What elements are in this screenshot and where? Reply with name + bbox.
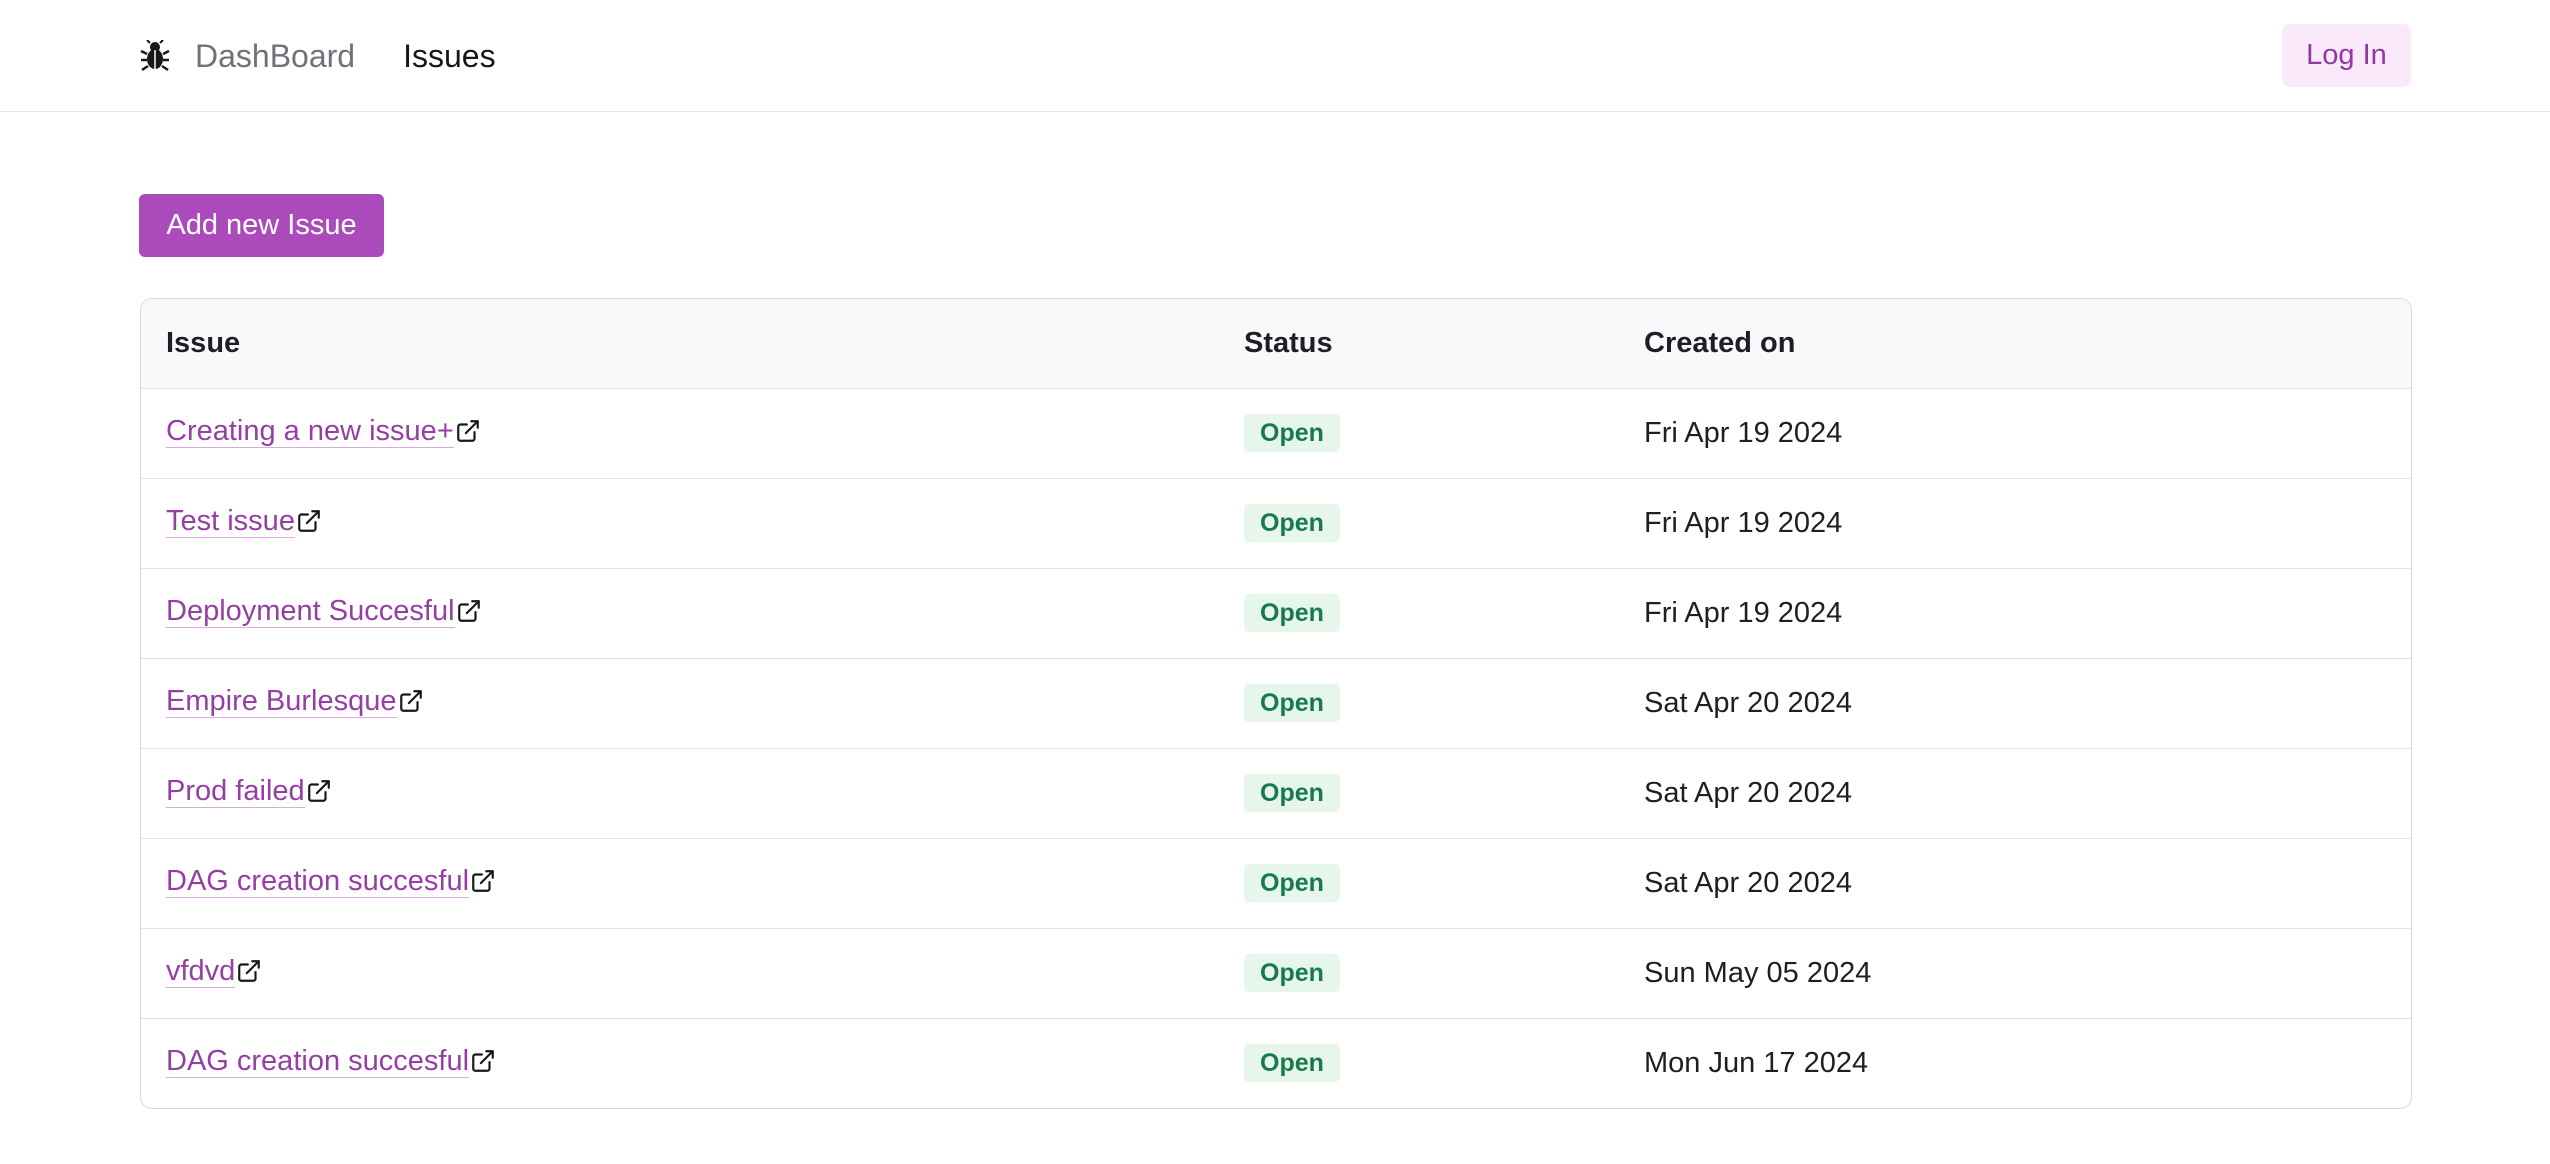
status-cell: Open	[1244, 928, 1644, 1018]
issue-cell: DAG creation succesful	[141, 1018, 1244, 1108]
status-badge: Open	[1244, 864, 1340, 902]
column-header-issue: Issue	[166, 326, 241, 359]
status-badge: Open	[1244, 774, 1340, 812]
status-cell: Open	[1244, 568, 1644, 658]
issue-link[interactable]: DAG creation succesful	[166, 1044, 470, 1078]
issue-cell: Prod failed	[141, 748, 1244, 838]
nav-link-dashboard[interactable]: DashBoard	[195, 40, 355, 72]
table-row: Prod failed Open Sat Apr 20 2024	[141, 748, 2411, 838]
status-badge: Open	[1244, 684, 1340, 722]
issue-cell: Test issue	[141, 478, 1244, 568]
created-on-date: Sat Apr 20 2024	[1644, 866, 1852, 899]
nav-left: DashBoard Issues	[139, 0, 544, 112]
external-link-icon[interactable]	[296, 508, 322, 542]
issue-link[interactable]: Creating a new issue+	[166, 414, 454, 448]
table-row: Creating a new issue+ Open Fri Apr 19 20…	[141, 388, 2411, 478]
created-on-date: Fri Apr 19 2024	[1644, 506, 1843, 539]
external-link-icon[interactable]	[470, 1048, 496, 1082]
status-cell: Open	[1244, 658, 1644, 748]
status-cell: Open	[1244, 388, 1644, 478]
status-badge: Open	[1244, 954, 1340, 992]
external-link-icon[interactable]	[455, 418, 481, 452]
created-on-date: Sat Apr 20 2024	[1644, 776, 1852, 809]
table-row: Test issue Open Fri Apr 19 2024	[141, 478, 2411, 568]
issue-cell: Deployment Succesful	[141, 568, 1244, 658]
external-link-icon[interactable]	[470, 868, 496, 902]
column-header-status: Status	[1244, 326, 1333, 359]
created-on-date: Mon Jun 17 2024	[1644, 1046, 1869, 1079]
status-badge: Open	[1244, 1044, 1340, 1083]
external-link-icon[interactable]	[456, 598, 482, 632]
issue-link[interactable]: Empire Burlesque	[166, 684, 397, 718]
table-row: Empire Burlesque Open Sat Apr 20 2024	[141, 658, 2411, 748]
table-row: vfdvd Open Sun May 05 2024	[141, 928, 2411, 1018]
table-header-row: Issue Status Created on	[141, 299, 2411, 388]
external-link-icon[interactable]	[236, 958, 262, 992]
created-on-cell: Sat Apr 20 2024	[1644, 748, 2411, 838]
external-link-icon[interactable]	[306, 778, 332, 812]
status-cell: Open	[1244, 1018, 1644, 1108]
issue-link[interactable]: vfdvd	[166, 954, 236, 988]
created-on-date: Fri Apr 19 2024	[1644, 596, 1843, 629]
issue-link[interactable]: Deployment Succesful	[166, 594, 455, 628]
issues-table: Issue Status Created on Creating a new i…	[141, 299, 2411, 1108]
created-on-cell: Sat Apr 20 2024	[1644, 658, 2411, 748]
status-badge: Open	[1244, 504, 1340, 542]
created-on-date: Sun May 05 2024	[1644, 956, 1872, 989]
status-cell: Open	[1244, 748, 1644, 838]
status-cell: Open	[1244, 838, 1644, 928]
nav-link-issues[interactable]: Issues	[403, 40, 495, 72]
top-navbar: DashBoard Issues Log In	[0, 0, 2550, 112]
created-on-date: Fri Apr 19 2024	[1644, 416, 1843, 449]
created-on-cell: Fri Apr 19 2024	[1644, 568, 2411, 658]
column-header-created-on: Created on	[1644, 326, 1796, 359]
created-on-cell: Fri Apr 19 2024	[1644, 388, 2411, 478]
table-header: Issue Status Created on	[141, 299, 2411, 388]
created-on-cell: Mon Jun 17 2024	[1644, 1018, 2411, 1108]
created-on-date: Sat Apr 20 2024	[1644, 686, 1852, 719]
external-link-icon[interactable]	[398, 688, 424, 722]
table-row: DAG creation succesful Open Sat Apr 20 2…	[141, 838, 2411, 928]
bug-icon[interactable]	[139, 40, 171, 72]
created-on-cell: Fri Apr 19 2024	[1644, 478, 2411, 568]
login-button[interactable]: Log In	[2282, 24, 2411, 87]
add-new-issue-button[interactable]: Add new Issue	[139, 194, 384, 257]
created-on-cell: Sat Apr 20 2024	[1644, 838, 2411, 928]
issue-link[interactable]: Prod failed	[166, 774, 305, 808]
issue-link[interactable]: Test issue	[166, 504, 295, 538]
issue-cell: Empire Burlesque	[141, 658, 1244, 748]
table-row: Deployment Succesful Open Fri Apr 19 202…	[141, 568, 2411, 658]
status-badge: Open	[1244, 594, 1340, 632]
status-cell: Open	[1244, 478, 1644, 568]
issue-link[interactable]: DAG creation succesful	[166, 864, 470, 898]
table-row: DAG creation succesful Open Mon Jun 17 2…	[141, 1018, 2411, 1108]
issue-cell: vfdvd	[141, 928, 1244, 1018]
created-on-cell: Sun May 05 2024	[1644, 928, 2411, 1018]
issue-cell: DAG creation succesful	[141, 838, 1244, 928]
issues-table-container: Issue Status Created on Creating a new i…	[140, 298, 2412, 1109]
status-badge: Open	[1244, 414, 1340, 452]
issue-cell: Creating a new issue+	[141, 388, 1244, 478]
table-body: Creating a new issue+ Open Fri Apr 19 20…	[141, 388, 2411, 1108]
